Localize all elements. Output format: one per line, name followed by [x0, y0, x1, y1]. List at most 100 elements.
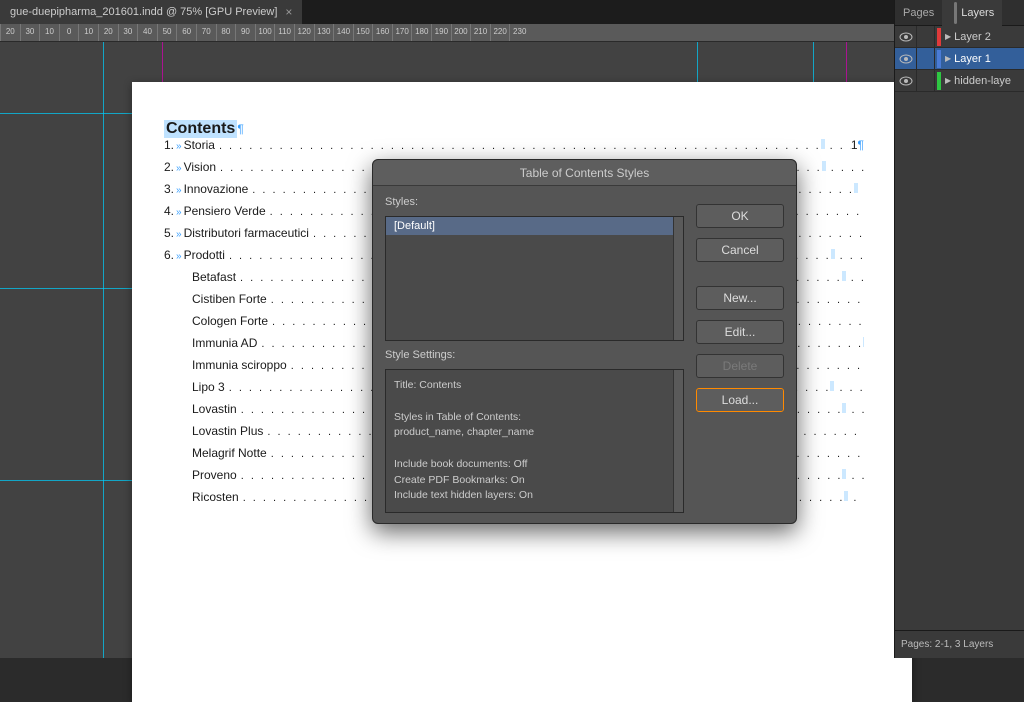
ruler-tick: 150 — [353, 24, 373, 41]
lock-toggle[interactable] — [917, 70, 935, 91]
tab-marker-icon: » — [174, 185, 184, 196]
toc-entry: Storia — [184, 138, 215, 152]
ruler-tick: 10 — [39, 24, 59, 41]
toc-number: 2. — [164, 160, 174, 174]
edit-button[interactable]: Edit... — [696, 320, 784, 344]
scrollbar[interactable] — [673, 217, 683, 340]
toc-number: 3. — [164, 182, 174, 196]
styles-label: Styles: — [385, 196, 684, 208]
eye-icon — [899, 32, 913, 42]
ruler-tick: 130 — [314, 24, 334, 41]
document-tab[interactable]: gue-duepipharma_201601.indd @ 75% [GPU P… — [0, 0, 302, 24]
visibility-toggle[interactable] — [895, 26, 917, 47]
layers-panel-footer: Pages: 2-1, 3 Layers — [895, 630, 1024, 658]
panel-tab-strip: Pages Layers — [895, 0, 1024, 26]
ruler-tick: 220 — [490, 24, 510, 41]
layer-row[interactable]: ▶Layer 1 — [895, 48, 1024, 70]
ok-button[interactable]: OK — [696, 204, 784, 228]
visibility-toggle[interactable] — [895, 70, 917, 91]
toc-entry: Ricosten — [192, 490, 239, 504]
toc-leader: . . . . . . . . . . . . . . . . . . . . … — [215, 139, 851, 152]
settings-line: Create PDF Bookmarks: On — [394, 473, 675, 489]
dialog-title: Table of Contents Styles — [373, 160, 796, 186]
layer-row[interactable]: ▶hidden-laye — [895, 70, 1024, 92]
settings-line: Title: Contents — [394, 378, 675, 394]
toc-entry: Proveno — [192, 468, 237, 482]
toc-entry: Melagrif Notte — [192, 446, 267, 460]
ruler-tick: 120 — [294, 24, 314, 41]
visibility-toggle[interactable] — [895, 48, 917, 69]
eye-icon — [899, 76, 913, 86]
toc-entry: Lovastin — [192, 402, 237, 416]
layers-list[interactable]: ▶Layer 2▶Layer 1▶hidden-laye — [895, 26, 1024, 630]
toc-title: Contents — [164, 120, 237, 138]
disclosure-triangle-icon[interactable]: ▶ — [945, 76, 954, 85]
tab-pages[interactable]: Pages — [895, 0, 942, 26]
toc-chapter-line: 1.»Storia . . . . . . . . . . . . . . . … — [164, 138, 864, 160]
ruler-tick: 180 — [411, 24, 431, 41]
ruler-tick: 110 — [274, 24, 294, 41]
layer-name: Layer 2 — [954, 31, 991, 43]
lock-toggle[interactable] — [917, 48, 935, 69]
layers-panel: Pages Layers ▶Layer 2▶Layer 1▶hidden-lay… — [894, 0, 1024, 658]
load-button[interactable]: Load... — [696, 388, 784, 412]
settings-line: Include text hidden layers: On — [394, 488, 675, 504]
toc-entry: Distributori farmaceutici — [184, 226, 309, 240]
toc-entry: Immunia AD — [192, 336, 257, 350]
delete-button: Delete — [696, 354, 784, 378]
pilcrow-icon: ¶ — [237, 122, 243, 136]
toc-number: 5. — [164, 226, 174, 240]
ruler-tick: 60 — [176, 24, 196, 41]
ruler-tick: 90 — [235, 24, 255, 41]
tab-marker-icon: » — [174, 141, 184, 152]
settings-line: Styles in Table of Contents: — [394, 410, 675, 426]
ruler-tick: 70 — [196, 24, 216, 41]
disclosure-triangle-icon[interactable]: ▶ — [945, 32, 954, 41]
toc-entry: Prodotti — [184, 248, 225, 262]
tab-marker-icon: » — [174, 207, 184, 218]
toc-entry: Lovastin Plus — [192, 424, 263, 438]
toc-entry: Pensiero Verde — [184, 204, 266, 218]
settings-line: product_name, chapter_name — [394, 425, 675, 441]
ruler-tick: 230 — [509, 24, 529, 41]
lock-toggle[interactable] — [917, 26, 935, 47]
cancel-button[interactable]: Cancel — [696, 238, 784, 262]
layer-name: Layer 1 — [954, 53, 991, 65]
ruler-tick: 80 — [216, 24, 236, 41]
pilcrow-icon: ¶ — [858, 138, 864, 152]
toc-entry: Innovazione — [184, 182, 249, 196]
toc-entry: Cologen Forte — [192, 314, 268, 328]
layer-row[interactable]: ▶Layer 2 — [895, 26, 1024, 48]
guide[interactable] — [103, 42, 104, 658]
horizontal-ruler[interactable]: 2030100102030405060708090100110120130140… — [0, 24, 894, 42]
toc-entry: Betafast — [192, 270, 236, 284]
eye-icon — [899, 54, 913, 64]
disclosure-triangle-icon[interactable]: ▶ — [945, 54, 954, 63]
ruler-tick: 140 — [333, 24, 353, 41]
settings-line — [394, 394, 675, 410]
tab-marker-icon: » — [174, 163, 184, 174]
close-tab-icon[interactable]: × — [285, 5, 292, 19]
ruler-tick: 100 — [255, 24, 275, 41]
styles-listbox[interactable]: [Default] — [385, 216, 684, 341]
tab-layers[interactable]: Layers — [942, 0, 1002, 26]
ruler-tick: 190 — [431, 24, 451, 41]
toc-number: 6. — [164, 248, 174, 262]
ruler-tick: 200 — [451, 24, 471, 41]
ruler-tick: 30 — [20, 24, 40, 41]
style-settings-readout: Title: Contents Styles in Table of Conte… — [385, 369, 684, 513]
ruler-tick: 40 — [137, 24, 157, 41]
layer-name: hidden-laye — [954, 75, 1011, 87]
scrollbar[interactable] — [673, 370, 683, 512]
ruler-tick: 210 — [470, 24, 490, 41]
new-button[interactable]: New... — [696, 286, 784, 310]
toc-styles-dialog: Table of Contents Styles Styles: [Defaul… — [372, 159, 797, 524]
ruler-tick: 170 — [392, 24, 412, 41]
styles-listbox-item[interactable]: [Default] — [386, 217, 683, 235]
toc-entry: Vision — [184, 160, 216, 174]
document-tab-title: gue-duepipharma_201601.indd @ 75% [GPU P… — [10, 6, 277, 18]
ruler-tick: 10 — [78, 24, 98, 41]
ruler-tick: 0 — [59, 24, 79, 41]
tab-marker-icon: » — [174, 251, 184, 262]
toc-entry: Immunia sciroppo — [192, 358, 287, 372]
